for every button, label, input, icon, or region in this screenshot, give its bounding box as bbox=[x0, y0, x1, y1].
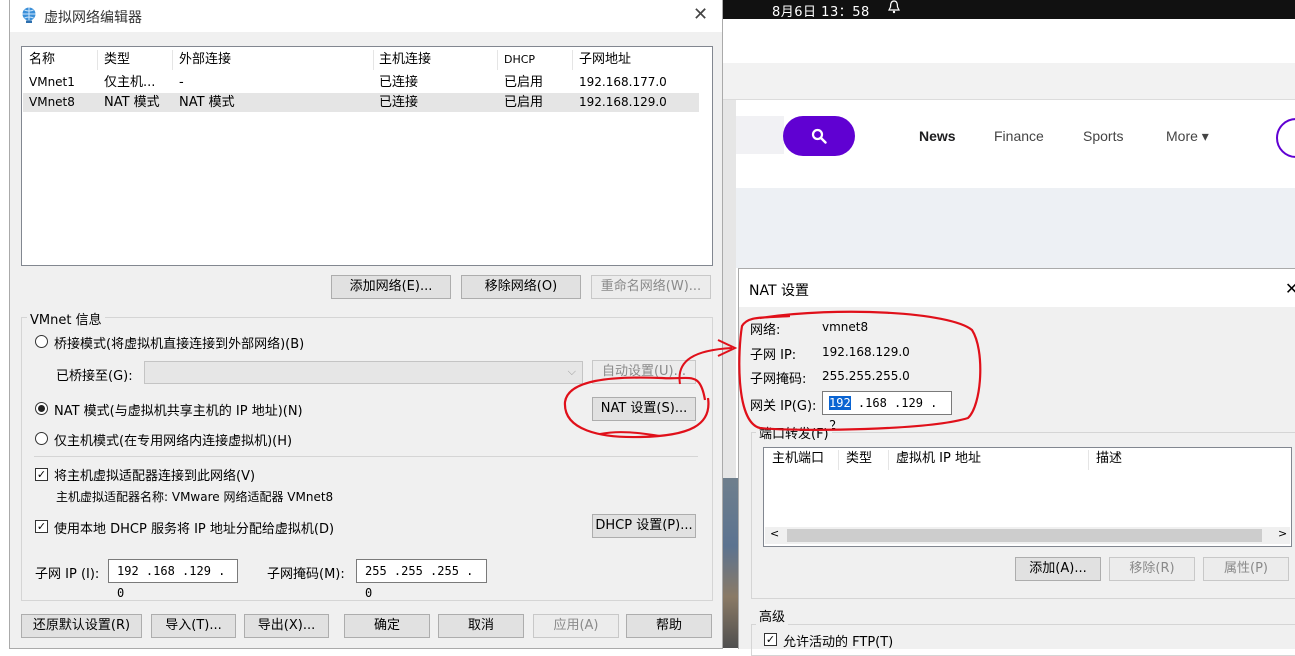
nav-finance[interactable]: Finance bbox=[994, 128, 1044, 144]
remove-network-button[interactable]: 移除网络(O) bbox=[461, 275, 581, 299]
nat-settings-button[interactable]: NAT 设置(S)... bbox=[592, 397, 696, 421]
col-description[interactable]: 描述 bbox=[1096, 448, 1122, 470]
network-value: vmnet8 bbox=[822, 320, 869, 334]
dialog-title: NAT 设置 bbox=[749, 283, 809, 299]
port-forwarding-title: 端口转发(F) bbox=[756, 423, 832, 442]
site-photo bbox=[722, 478, 738, 648]
scroll-left-icon[interactable]: < bbox=[770, 527, 779, 540]
gateway-ip-input[interactable]: 192 .168 .129 . 2 bbox=[822, 391, 952, 432]
bridged-to-label: 已桥接至(G): bbox=[56, 369, 133, 384]
subnet-mask-label: 子网掩码: bbox=[750, 372, 807, 387]
vmnet-info-title: VMnet 信息 bbox=[27, 309, 105, 328]
add-network-button[interactable]: 添加网络(E)... bbox=[331, 275, 451, 299]
col-subnet[interactable]: 子网地址 bbox=[579, 49, 631, 71]
export-button[interactable]: 导出(X)... bbox=[244, 614, 329, 638]
browser-tabbar bbox=[722, 19, 1295, 64]
allow-ftp-checkbox[interactable]: ✓ bbox=[764, 633, 777, 646]
advanced-title: 高级 bbox=[756, 606, 789, 625]
host-only-label[interactable]: 仅主机模式(在专用网络内连接虚拟机)(H) bbox=[54, 430, 292, 449]
connect-adapter-label[interactable]: 将主机虚拟适配器连接到此网络(V) bbox=[54, 465, 255, 484]
nat-mode-label[interactable]: NAT 模式(与虚拟机共享主机的 IP 地址)(N) bbox=[54, 400, 303, 419]
col-vm-ip[interactable]: 虚拟机 IP 地址 bbox=[896, 448, 981, 470]
nav-more[interactable]: More ▾ bbox=[1166, 128, 1209, 145]
virtual-network-editor-dialog: 虚拟网络编辑器 ✕ 名称 类型 外部连接 主机连接 DHCP 子网地址 VMne… bbox=[9, 0, 723, 649]
nat-mode-radio[interactable] bbox=[35, 402, 48, 415]
subnet-mask-label: 子网掩码(M): bbox=[267, 567, 345, 582]
col-host-port[interactable]: 主机端口 bbox=[772, 448, 824, 470]
close-icon[interactable]: ✕ bbox=[1285, 279, 1295, 298]
rename-network-button[interactable]: 重命名网络(W)... bbox=[591, 275, 711, 299]
cancel-button[interactable]: 取消 bbox=[438, 614, 524, 638]
close-icon[interactable]: ✕ bbox=[693, 4, 708, 25]
bell-icon[interactable] bbox=[888, 0, 900, 17]
divider bbox=[34, 456, 698, 457]
subnet-mask-value: 255.255.255.0 bbox=[822, 369, 910, 383]
connect-adapter-checkbox[interactable]: ✓ bbox=[35, 468, 48, 481]
dhcp-settings-button[interactable]: DHCP 设置(P)... bbox=[592, 514, 696, 538]
dialog-title: 虚拟网络编辑器 bbox=[44, 10, 142, 26]
port-forwarding-list[interactable]: 主机端口 类型 虚拟机 IP 地址 描述 < > bbox=[763, 447, 1292, 547]
site-banner bbox=[736, 188, 1295, 268]
network-table: 名称 类型 外部连接 主机连接 DHCP 子网地址 VMnet1 仅主机... … bbox=[21, 46, 713, 266]
nav-news[interactable]: News bbox=[919, 128, 956, 144]
bridged-to-select[interactable]: ⌵ bbox=[144, 361, 583, 384]
col-dhcp[interactable]: DHCP bbox=[504, 49, 535, 71]
col-type[interactable]: 类型 bbox=[846, 448, 872, 470]
scrollbar-thumb[interactable] bbox=[787, 529, 1262, 542]
scroll-right-icon[interactable]: > bbox=[1278, 527, 1287, 540]
site-search-button[interactable] bbox=[783, 116, 855, 156]
remove-port-button[interactable]: 移除(R) bbox=[1109, 557, 1195, 581]
taskbar: 8月6日 13：58 bbox=[722, 0, 1295, 20]
titlebar: 虚拟网络编辑器 ✕ bbox=[10, 0, 722, 32]
adapter-name-text: 主机虚拟适配器名称: VMware 网络适配器 VMnet8 bbox=[56, 490, 334, 504]
subnet-mask-input[interactable]: 255 .255 .255 . 0 bbox=[356, 559, 487, 600]
col-type[interactable]: 类型 bbox=[104, 49, 130, 71]
col-name[interactable]: 名称 bbox=[29, 49, 55, 71]
subnet-ip-input[interactable]: 192 .168 .129 . 0 bbox=[108, 559, 238, 600]
nav-sports[interactable]: Sports bbox=[1083, 128, 1123, 144]
globe-icon bbox=[22, 7, 36, 23]
subnet-ip-value: 192.168.129.0 bbox=[822, 345, 910, 359]
col-external[interactable]: 外部连接 bbox=[179, 49, 231, 71]
restore-defaults-button[interactable]: 还原默认设置(R) bbox=[21, 614, 142, 638]
add-port-button[interactable]: 添加(A)... bbox=[1015, 557, 1101, 581]
network-label: 网络: bbox=[750, 323, 781, 338]
ok-button[interactable]: 确定 bbox=[344, 614, 430, 638]
help-button[interactable]: 帮助 bbox=[626, 614, 712, 638]
table-row-selected[interactable]: VMnet8 NAT 模式 NAT 模式 已连接 已启用 192.168.129… bbox=[23, 93, 699, 112]
col-host-connection[interactable]: 主机连接 bbox=[379, 49, 431, 71]
import-button[interactable]: 导入(T)... bbox=[151, 614, 236, 638]
bridge-mode-radio[interactable] bbox=[35, 335, 48, 348]
search-icon bbox=[811, 128, 827, 144]
chevron-down-icon: ⌵ bbox=[567, 365, 576, 378]
table-row[interactable]: VMnet1 仅主机... - 已连接 已启用 192.168.177.0 bbox=[23, 73, 699, 92]
subnet-ip-label: 子网 IP (I): bbox=[35, 567, 100, 582]
profile-button[interactable] bbox=[1276, 118, 1295, 158]
use-dhcp-checkbox[interactable]: ✓ bbox=[35, 520, 48, 533]
use-dhcp-label[interactable]: 使用本地 DHCP 服务将 IP 地址分配给虚拟机(D) bbox=[54, 518, 334, 537]
apply-button[interactable]: 应用(A) bbox=[533, 614, 619, 638]
allow-ftp-label[interactable]: 允许活动的 FTP(T) bbox=[783, 631, 893, 650]
nat-settings-dialog: NAT 设置 ✕ 网络: vmnet8 子网 IP: 192.168.129.0… bbox=[738, 268, 1295, 656]
clock: 8月6日 13：58 bbox=[772, 5, 870, 20]
gateway-ip-selection: 192 bbox=[829, 396, 851, 410]
auto-settings-button[interactable]: 自动设置(U)... bbox=[592, 360, 696, 384]
gateway-ip-label: 网关 IP(G): bbox=[750, 399, 817, 414]
horizontal-scrollbar[interactable]: < > bbox=[765, 527, 1290, 544]
host-only-radio[interactable] bbox=[35, 432, 48, 445]
site-header: News Finance Sports More ▾ bbox=[736, 100, 1295, 188]
site-search-input[interactable] bbox=[736, 116, 784, 154]
bridge-mode-label[interactable]: 桥接模式(将虚拟机直接连接到外部网络)(B) bbox=[54, 333, 304, 352]
titlebar: NAT 设置 ✕ bbox=[739, 269, 1295, 307]
subnet-ip-label: 子网 IP: bbox=[750, 348, 797, 363]
properties-button[interactable]: 属性(P) bbox=[1203, 557, 1289, 581]
browser-toolbar bbox=[722, 63, 1295, 100]
